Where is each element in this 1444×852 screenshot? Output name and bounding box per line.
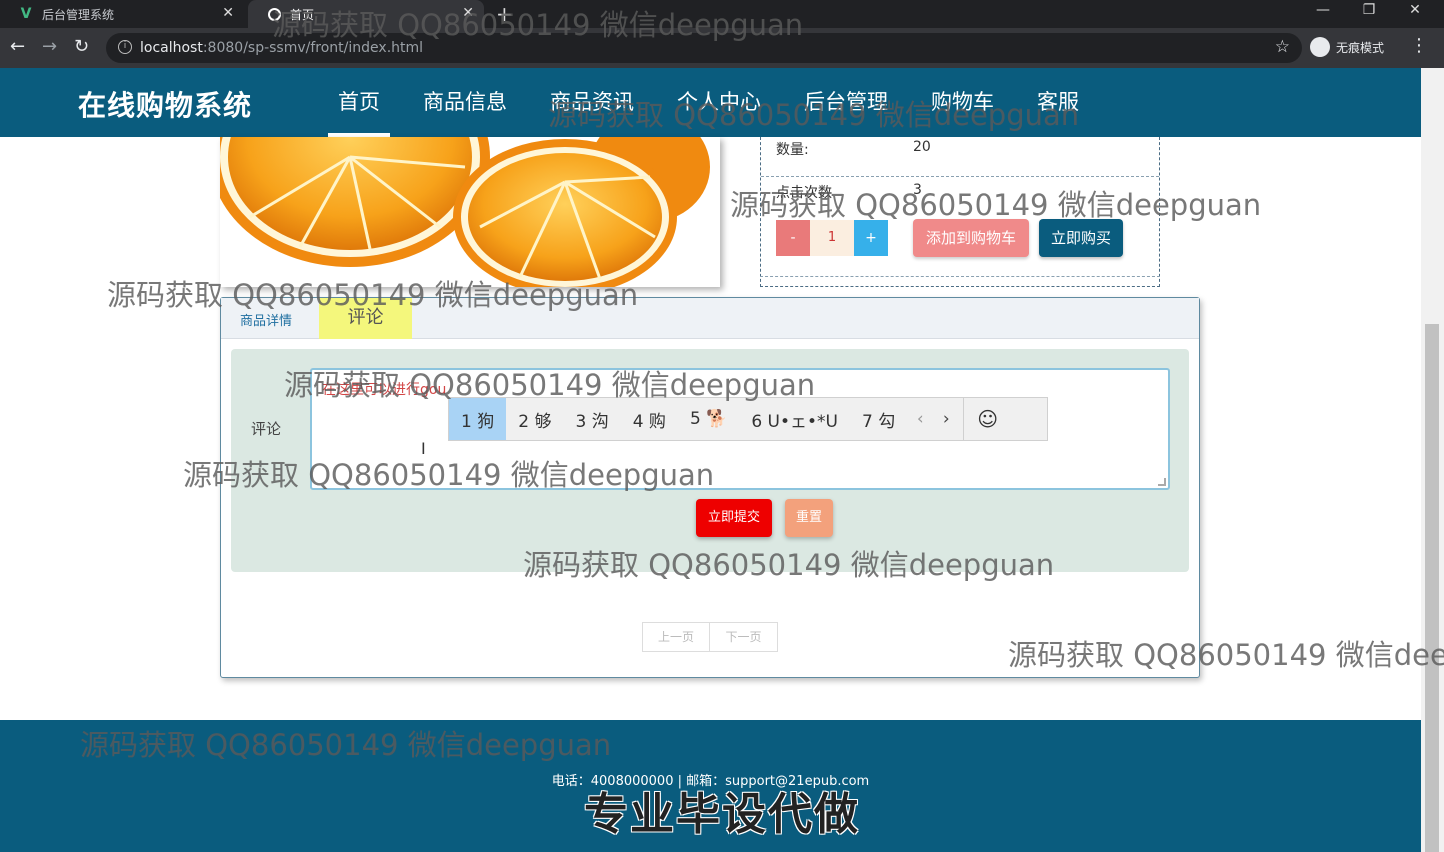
bookmark-star-icon[interactable]: ☆ <box>1275 37 1290 57</box>
nav-products[interactable]: 商品信息 <box>423 68 507 137</box>
submit-comment-button[interactable]: 立即提交 <box>696 499 772 537</box>
product-info: 数量: 20 点击次数 3 <box>760 137 1160 287</box>
address-bar: ← → ↻ i localhost:8080/sp-ssmv/front/ind… <box>0 28 1444 68</box>
next-page-button[interactable]: 下一页 <box>710 622 778 652</box>
nav-news[interactable]: 商品资讯 <box>550 68 634 137</box>
ime-candidate[interactable]: 6 U•ェ•*U <box>739 398 850 440</box>
tab-header: 商品详情 评论 <box>221 298 1199 339</box>
info-icon[interactable]: i <box>118 40 132 54</box>
prev-page-button[interactable]: 上一页 <box>642 622 710 652</box>
text-cursor-icon: I <box>421 439 426 458</box>
restore-icon[interactable]: ❐ <box>1354 2 1384 18</box>
ime-prev-icon[interactable]: ‹ <box>907 409 933 429</box>
ime-candidate[interactable]: 2 够 <box>506 398 563 440</box>
browser-tab-title: 首页 <box>290 7 315 22</box>
ime-candidate[interactable]: 4 购 <box>621 398 678 440</box>
emoji-icon[interactable]: ☺ <box>963 398 1011 440</box>
reload-icon[interactable]: ↻ <box>74 36 89 57</box>
reset-button[interactable]: 重置 <box>785 499 833 537</box>
nav-admin[interactable]: 后台管理 <box>804 68 888 137</box>
url-host: localhost <box>140 40 203 56</box>
incognito-indicator[interactable]: 无痕模式 <box>1310 37 1384 57</box>
quantity-increment-button[interactable]: + <box>854 220 888 256</box>
close-window-icon[interactable]: ✕ <box>1400 2 1430 18</box>
ime-next-icon[interactable]: › <box>933 409 959 429</box>
quantity-decrement-button[interactable]: - <box>776 220 810 256</box>
site-logo[interactable]: 在线购物系统 <box>78 84 252 124</box>
vue-icon: V <box>20 6 32 22</box>
close-tab-icon[interactable]: ✕ <box>222 5 234 21</box>
forward-icon[interactable]: → <box>42 36 57 57</box>
promo-overlay: 专业毕设代做 <box>584 789 860 840</box>
new-tab-icon[interactable]: + <box>496 2 513 26</box>
menu-kebab-icon[interactable]: ⋮ <box>1410 35 1428 56</box>
incognito-label: 无痕模式 <box>1336 40 1385 55</box>
quantity-label: 数量: <box>776 142 809 158</box>
ime-candidate[interactable]: 1 狗 <box>449 398 507 440</box>
incognito-icon <box>1310 37 1330 57</box>
nav-home[interactable]: 首页 <box>328 68 390 137</box>
product-image <box>220 137 720 287</box>
tab-comment[interactable]: 评论 <box>319 298 412 339</box>
clicks-value: 3 <box>913 182 922 198</box>
comment-label: 评论 <box>251 420 282 438</box>
ime-candidate[interactable]: 5 🐕 <box>678 398 739 440</box>
info-row-quantity: 数量: 20 <box>761 137 1159 177</box>
url-text: localhost:8080/sp-ssmv/front/index.html <box>140 40 423 56</box>
back-icon[interactable]: ← <box>10 36 25 57</box>
tab-product-detail[interactable]: 商品详情 <box>240 310 292 329</box>
main-nav: 首页 商品信息 商品资讯 个人中心 后台管理 购物车 客服 <box>328 68 1122 137</box>
globe-icon <box>266 6 282 22</box>
orange-image <box>220 137 720 287</box>
minimize-icon[interactable]: — <box>1308 2 1338 18</box>
scrollbar-thumb[interactable] <box>1425 324 1439 852</box>
site-header: 在线购物系统 首页 商品信息 商品资讯 个人中心 后台管理 购物车 客服 <box>0 68 1421 137</box>
browser-tab-title: 后台管理系统 <box>42 7 115 22</box>
add-to-cart-button[interactable]: 添加到购物车 <box>913 219 1029 257</box>
resize-grip-icon[interactable] <box>1158 478 1166 486</box>
info-row-clicks: 点击次数 3 <box>761 179 1159 201</box>
url-path: :8080/sp-ssmv/front/index.html <box>202 40 424 56</box>
nav-profile[interactable]: 个人中心 <box>677 68 761 137</box>
ime-candidate[interactable]: 3 沟 <box>563 398 620 440</box>
browser-tab-home[interactable]: 首页 ✕ <box>248 0 484 28</box>
ime-candidate-bar: 1 狗 2 够 3 沟 4 购 5 🐕 6 U•ェ•*U 7 勾 ‹ › ☺ <box>448 397 1048 441</box>
info-divider <box>760 276 1160 288</box>
nav-cart[interactable]: 购物车 <box>931 68 994 137</box>
clicks-label: 点击次数 <box>776 185 832 201</box>
browser-tab-admin[interactable]: V 后台管理系统 ✕ <box>0 0 244 28</box>
quantity-input[interactable]: 1 <box>810 220 854 256</box>
nav-service[interactable]: 客服 <box>1037 68 1079 137</box>
close-tab-icon[interactable]: ✕ <box>462 5 474 21</box>
comment-typed-text: 在这里可以进行gou <box>322 382 447 398</box>
quantity-value: 20 <box>913 139 931 155</box>
comment-form: 评论 在这里可以进行gou 1 狗 2 够 3 沟 4 购 5 🐕 6 U•ェ•… <box>231 349 1189 572</box>
buy-now-button[interactable]: 立即购买 <box>1039 219 1123 257</box>
ime-candidate[interactable]: 7 勾 <box>850 398 907 440</box>
url-input[interactable]: i localhost:8080/sp-ssmv/front/index.htm… <box>106 33 1302 63</box>
product-tab-panel: 商品详情 评论 评论 在这里可以进行gou 1 狗 2 够 3 沟 4 购 5 … <box>220 297 1200 678</box>
pagination: 上一页 下一页 <box>642 622 778 652</box>
browser-tabbar: V 后台管理系统 ✕ 首页 ✕ + — ❐ ✕ <box>0 0 1444 28</box>
